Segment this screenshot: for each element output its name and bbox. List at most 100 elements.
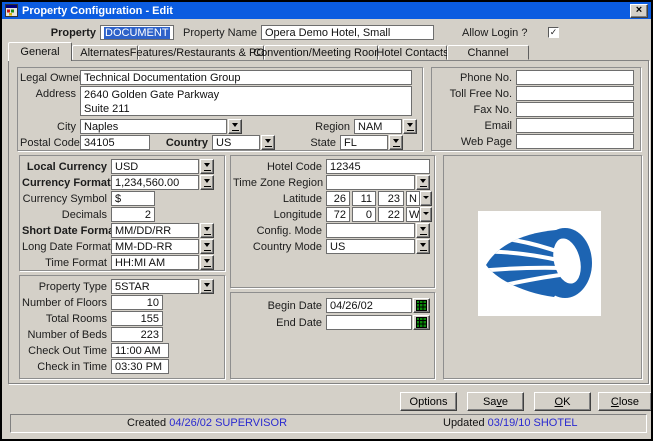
phone-input[interactable] <box>516 70 634 85</box>
short-date-format-lov-button[interactable] <box>200 223 214 238</box>
longitude-direction-input[interactable]: W <box>406 207 420 222</box>
hotel-code-input[interactable]: 12345 <box>326 159 430 174</box>
web-page-input[interactable] <box>516 134 634 149</box>
beds-input[interactable]: 223 <box>111 327 163 342</box>
currency-format-row: Currency Format 1,234,560.00 <box>22 175 214 190</box>
region-lov-button[interactable] <box>403 119 417 134</box>
options-button[interactable]: Options <box>400 392 457 411</box>
fax-input[interactable] <box>516 102 634 117</box>
address-input[interactable]: 2640 Golden Gate Parkway Suite 211 <box>80 86 412 116</box>
longitude-degrees-input[interactable]: 72 <box>326 207 350 222</box>
state-label: State <box>275 137 340 149</box>
timezone-input[interactable] <box>326 175 415 190</box>
region-input[interactable]: NAM <box>354 119 402 134</box>
property-row: Property DOCUMENT Property Name Opera De… <box>32 25 559 40</box>
latitude-direction-dropdown-button[interactable] <box>420 191 432 206</box>
allow-login-checkbox[interactable]: ✓ <box>548 27 559 38</box>
tab-convention-meeting-rooms[interactable]: Convention/Meeting Rooms <box>264 45 378 60</box>
fax-label: Fax No. <box>434 104 516 116</box>
floors-input[interactable]: 10 <box>111 295 163 310</box>
country-mode-row: Country Mode US <box>233 239 430 254</box>
close-button[interactable]: × <box>630 4 648 18</box>
tab-general[interactable]: General <box>8 42 72 61</box>
config-mode-lov-button[interactable] <box>416 223 430 238</box>
legal-owner-label: Legal Owner <box>20 72 80 84</box>
checkin-time-input[interactable]: 03:30 PM <box>111 359 169 374</box>
toll-free-input[interactable] <box>516 86 634 101</box>
begin-date-label: Begin Date <box>233 300 326 312</box>
logo-group-box <box>443 155 642 379</box>
longitude-seconds-input[interactable]: 22 <box>378 207 404 222</box>
state-input[interactable]: FL <box>340 135 388 150</box>
latitude-degrees-input[interactable]: 26 <box>326 191 350 206</box>
ok-button[interactable]: OK <box>534 392 591 411</box>
list-of-values-icon <box>407 123 414 131</box>
country-lov-button[interactable] <box>261 135 275 150</box>
tab-alternates[interactable]: Alternates <box>72 45 138 60</box>
address-line-2: Suite 211 <box>84 102 130 116</box>
postal-code-input[interactable]: 34105 <box>80 135 150 150</box>
property-type-input[interactable]: 5STAR <box>111 279 199 294</box>
tab-channel[interactable]: Channel <box>447 45 529 60</box>
begin-date-row: Begin Date 04/26/02 <box>233 298 430 313</box>
end-date-input[interactable] <box>326 315 412 330</box>
list-of-values-icon <box>204 227 211 235</box>
postal-country-state-row: Postal Code 34105 Country US State FL <box>20 135 403 150</box>
longitude-row: Longitude 72 0 22 W <box>233 207 432 222</box>
begin-date-input[interactable]: 04/26/02 <box>326 298 412 313</box>
latitude-minutes-input[interactable]: 11 <box>352 191 376 206</box>
save-button[interactable]: Save <box>467 392 524 411</box>
long-date-format-lov-button[interactable] <box>200 239 214 254</box>
city-input[interactable]: Naples <box>80 119 227 134</box>
time-format-row: Time Format HH:MI AM <box>22 255 214 270</box>
tab-hotel-contacts[interactable]: Hotel Contacts <box>378 45 447 60</box>
local-currency-lov-button[interactable] <box>200 159 214 174</box>
country-label: Country <box>150 137 212 149</box>
country-mode-lov-button[interactable] <box>416 239 430 254</box>
list-of-values-icon <box>204 259 211 267</box>
short-date-format-input[interactable]: MM/DD/RR <box>111 223 199 238</box>
checkout-time-input[interactable]: 11:00 AM <box>111 343 169 358</box>
time-format-input[interactable]: HH:MI AM <box>111 255 199 270</box>
decimals-input[interactable]: 2 <box>111 207 155 222</box>
dates-group-box: Begin Date 04/26/02 End Date <box>230 292 435 379</box>
longitude-minutes-input[interactable]: 0 <box>352 207 376 222</box>
toll-free-label: Toll Free No. <box>434 88 516 100</box>
country-mode-label: Country Mode <box>233 241 326 253</box>
phone-label: Phone No. <box>434 72 516 84</box>
config-mode-label: Config. Mode <box>233 225 326 237</box>
long-date-format-input[interactable]: MM-DD-RR <box>111 239 199 254</box>
end-date-label: End Date <box>233 317 326 329</box>
created-status: Created 04/26/02 SUPERVISOR <box>127 417 287 429</box>
property-type-lov-button[interactable] <box>200 279 214 294</box>
legal-owner-input[interactable]: Technical Documentation Group <box>80 70 412 85</box>
total-rooms-input[interactable]: 155 <box>111 311 163 326</box>
property-name-label: Property Name <box>177 27 261 39</box>
country-mode-input[interactable]: US <box>326 239 415 254</box>
country-input[interactable]: US <box>212 135 260 150</box>
currency-symbol-input[interactable]: $ <box>111 191 155 206</box>
check-icon: ✓ <box>550 28 558 37</box>
state-lov-button[interactable] <box>389 135 403 150</box>
begin-date-calendar-button[interactable] <box>413 298 430 313</box>
end-date-calendar-button[interactable] <box>413 315 430 330</box>
timezone-lov-button[interactable] <box>416 175 430 190</box>
local-currency-input[interactable]: USD <box>111 159 199 174</box>
address-label: Address <box>20 86 80 100</box>
email-input[interactable] <box>516 118 634 133</box>
short-date-format-row: Short Date Format MM/DD/RR <box>22 223 214 238</box>
latitude-seconds-input[interactable]: 23 <box>378 191 404 206</box>
city-lov-button[interactable] <box>228 119 242 134</box>
latitude-direction-input[interactable]: N <box>406 191 420 206</box>
longitude-direction-dropdown-button[interactable] <box>420 207 432 222</box>
tab-features-restaurants-pos[interactable]: Features/Restaurants & POS <box>138 45 264 60</box>
currency-format-input[interactable]: 1,234,560.00 <box>111 175 199 190</box>
time-format-lov-button[interactable] <box>200 255 214 270</box>
property-name-input[interactable]: Opera Demo Hotel, Small <box>261 25 434 40</box>
config-mode-input[interactable] <box>326 223 415 238</box>
close-window-button[interactable]: Close <box>598 392 652 411</box>
property-input[interactable]: DOCUMENT <box>100 25 174 40</box>
web-page-row: Web Page <box>434 134 634 149</box>
app-icon <box>5 4 18 17</box>
currency-format-lov-button[interactable] <box>200 175 214 190</box>
